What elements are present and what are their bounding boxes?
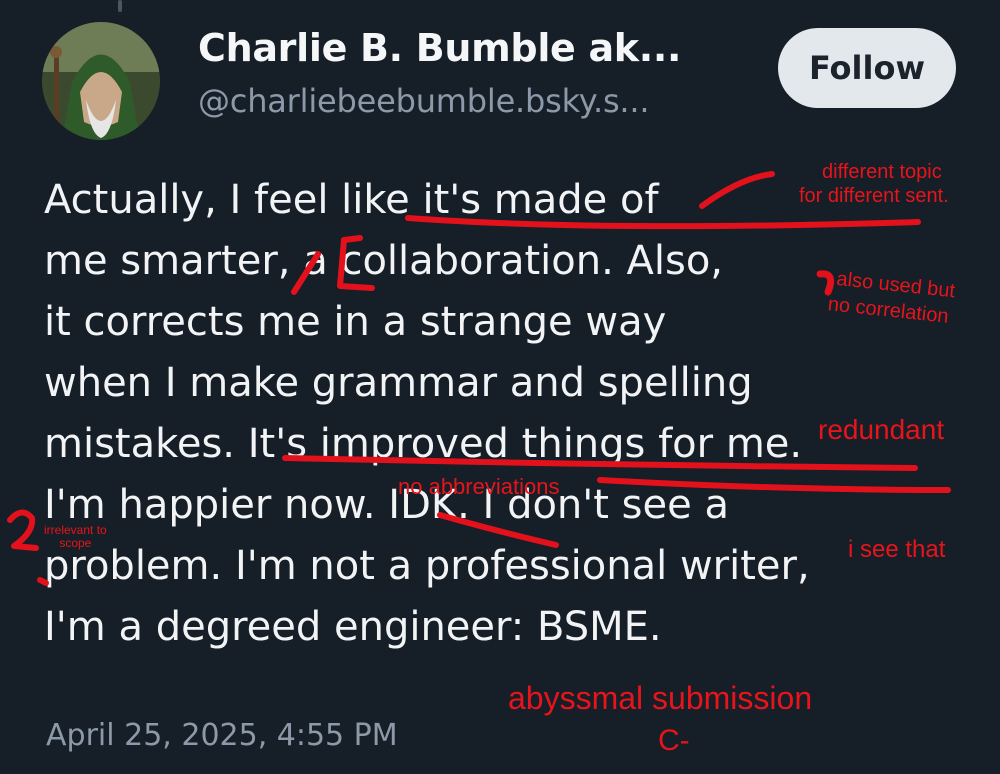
annotation-redundant: redundant	[818, 414, 945, 445]
author-display-name[interactable]: Charlie B. Bumble ak...	[198, 26, 681, 70]
annotation-no-abbreviations: no abbreviations	[398, 474, 560, 499]
annotation-i-see-that: i see that	[848, 536, 946, 563]
post-text-line: I'm a degreed engineer: BSME.	[44, 604, 662, 650]
follow-button[interactable]: Follow	[778, 28, 956, 108]
annotation-different-topic: different topic for different sent.	[799, 161, 949, 207]
post-text-line: me smarter, a collaboration. Also,	[44, 238, 724, 284]
post-text-line: when I make grammar and spelling	[44, 360, 753, 406]
thread-connector-line	[118, 0, 122, 12]
author-handle[interactable]: @charliebeebumble.bsky.s...	[198, 82, 650, 120]
post-timestamp[interactable]: April 25, 2025, 4:55 PM	[46, 718, 398, 753]
annotation-irrelevant: irrelevant to scope	[44, 523, 107, 550]
post-text-line: problem. I'm not a professional writer,	[44, 543, 810, 589]
avatar[interactable]	[42, 22, 160, 140]
avatar-image	[42, 22, 160, 140]
annotation-grade: C-	[658, 724, 690, 757]
annotation-abyssmal: abyssmal submission	[508, 680, 813, 716]
question-mark-shape	[7, 509, 39, 551]
